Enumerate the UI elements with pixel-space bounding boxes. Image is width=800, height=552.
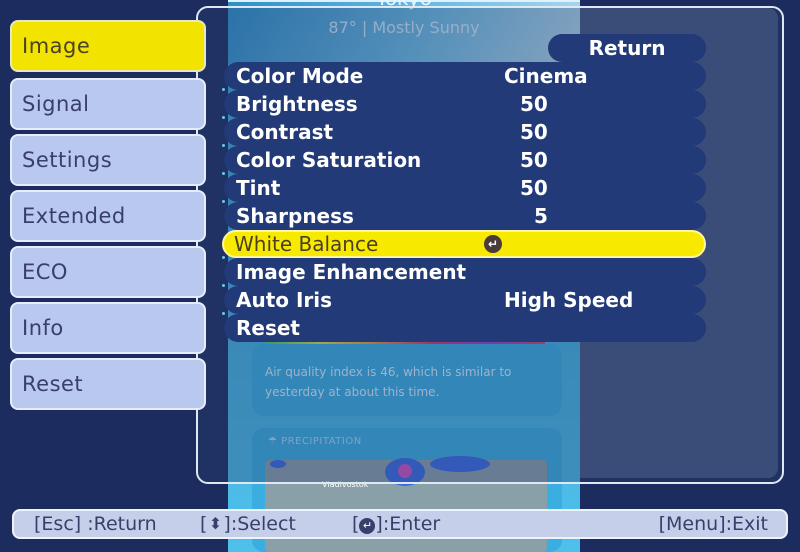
row-bullet [222,116,225,119]
row-brightness[interactable]: Brightness 50 [222,88,706,118]
help-select-suffix: ]:Select [223,513,296,535]
row-label: Reset [236,316,300,340]
row-color-mode[interactable]: Color Mode Cinema [224,62,706,90]
row-bullet [222,284,225,287]
help-esc-return: [Esc] :Return [34,513,157,535]
row-reset[interactable]: Reset [222,312,706,342]
help-select-prefix: [ [200,513,208,535]
row-value: 50 [520,92,548,116]
row-bullet [222,312,225,315]
row-label: Color Saturation [236,148,422,172]
row-sharpness[interactable]: Sharpness 5 [222,200,706,230]
row-value: 50 [520,148,548,172]
sidebar-item-extended[interactable]: Extended [10,190,206,242]
enter-icon: ↵ [359,518,376,534]
row-value: 50 [520,120,548,144]
row-bullet [222,88,225,91]
row-tint[interactable]: Tint 50 [222,172,706,202]
enter-icon: ↵ [484,235,502,253]
row-image-enhancement[interactable]: Image Enhancement [222,256,706,286]
row-value: Cinema [504,64,588,88]
row-label: White Balance [234,232,379,256]
row-value: High Speed [504,288,634,312]
row-bullet [222,144,225,147]
sidebar-item-settings[interactable]: Settings [10,134,206,186]
help-enter: [↵]:Enter [352,511,440,537]
row-bullet [222,200,225,203]
row-contrast[interactable]: Contrast 50 [222,116,706,146]
row-auto-iris[interactable]: Auto Iris High Speed [222,284,706,314]
row-bullet [222,172,225,175]
row-label: Brightness [236,92,358,116]
sidebar-item-eco[interactable]: ECO [10,246,206,298]
help-bar: [Esc] :Return [⬍]:Select [↵]:Enter [Menu… [12,509,788,539]
help-enter-suffix: ]:Enter [375,513,441,535]
help-select: [⬍]:Select [200,511,296,537]
help-menu-exit: [Menu]:Exit [658,513,768,535]
return-button[interactable]: Return [548,34,706,62]
row-value: 5 [534,204,548,228]
row-label: Image Enhancement [236,260,467,284]
row-value: 50 [520,176,548,200]
up-down-arrow-icon: ⬍ [208,514,223,533]
row-bullet [222,256,225,259]
help-enter-prefix: [ [352,513,360,535]
row-white-balance[interactable]: White Balance ↵ [222,230,706,258]
sidebar-item-reset[interactable]: Reset [10,358,206,410]
row-label: Auto Iris [236,288,333,312]
row-label: Sharpness [236,204,354,228]
sidebar-item-info[interactable]: Info [10,302,206,354]
row-color-saturation[interactable]: Color Saturation 50 [222,144,706,174]
sidebar-item-image[interactable]: Image [10,20,206,72]
sidebar-item-signal[interactable]: Signal [10,78,206,130]
row-label: Color Mode [236,64,364,88]
row-label: Contrast [236,120,334,144]
row-label: Tint [236,176,281,200]
